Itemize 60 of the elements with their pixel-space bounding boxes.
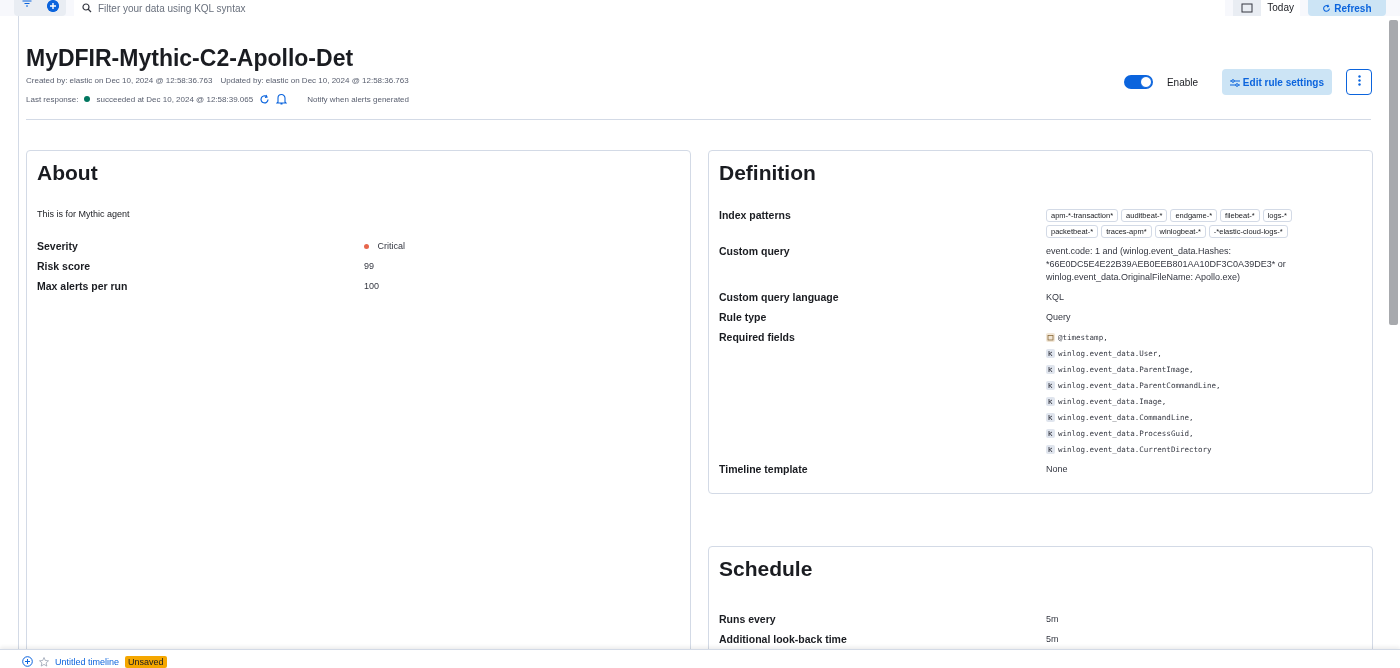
field-value: Query [1046, 311, 1072, 324]
panel-title: Definition [719, 160, 817, 186]
field-value: 5m [1046, 633, 1060, 646]
panel-title: Schedule [719, 556, 814, 582]
last-response-label: Last response: [26, 94, 79, 104]
add-icon[interactable] [22, 656, 33, 667]
keyword-type-icon [1046, 445, 1055, 454]
field-value: event.code: 1 and (winlog.event_data.Hashes: *66E0DC5E4E22B39AEB0EEB801AA10DF3C0A39DE3* or winlog.event_data.OriginalFileName: Apollo.exe) [1046, 245, 1287, 284]
edit-rule-settings-button[interactable]: Edit rule settings [1222, 69, 1332, 95]
search-field[interactable]: Filter your data using KQL syntax [98, 2, 1226, 14]
add-filter-icon[interactable] [47, 0, 59, 12]
keyword-type-icon [1046, 365, 1055, 374]
enable-label: Enable [1166, 76, 1199, 88]
updated-by-text: Updated by: elastic on Dec 10, 2024 @ 12:58:36.763 [220, 76, 409, 85]
rule-description: This is for Mythic agent [37, 209, 131, 219]
star-icon[interactable] [39, 657, 49, 667]
field-value: 99 [364, 261, 374, 271]
search-bar[interactable]: Filter your data using KQL syntax [74, 0, 1226, 16]
enable-switch[interactable] [1123, 75, 1153, 89]
notify-text: Notify when alerts generated [307, 94, 409, 104]
refresh-button[interactable]: Refresh [1308, 0, 1386, 16]
bell-icon[interactable] [276, 93, 288, 105]
calendar-icon[interactable] [1241, 3, 1254, 13]
field-value: KQL [1046, 291, 1065, 304]
calendar-icon [1046, 333, 1055, 342]
refresh-icon [1322, 4, 1332, 14]
scrollbar[interactable] [1389, 20, 1398, 325]
field-value: 5m [1046, 613, 1060, 626]
keyword-type-icon [1046, 381, 1055, 390]
keyword-type-icon [1046, 349, 1055, 358]
timeline-title[interactable]: Untitled timeline [55, 656, 120, 668]
field-label: Required fields [719, 331, 796, 343]
field-label: Index patterns [719, 209, 792, 221]
field-value: None [1046, 463, 1069, 476]
field-label: Runs every [719, 613, 777, 625]
search-icon [82, 3, 92, 13]
more-options-button[interactable] [1346, 69, 1372, 95]
field-label: Severity [37, 240, 79, 252]
field-label: Risk score [37, 260, 92, 272]
status-text: succeeded at Dec 10, 2024 @ 12:58:39.065 [96, 94, 254, 104]
status-dot [84, 96, 91, 102]
unsaved-badge: Unsaved [125, 656, 167, 668]
keyword-type-icon [1046, 413, 1055, 422]
field-label: Custom query language [719, 291, 840, 303]
field-label: Timeline template [719, 463, 809, 475]
field-value: Critical [377, 241, 406, 251]
keyword-type-icon [1046, 397, 1055, 406]
more-options-icon [1357, 75, 1361, 86]
refresh-icon[interactable] [259, 93, 271, 105]
field-label: Additional look-back time [719, 633, 848, 645]
date-picker[interactable]: Today [1261, 0, 1300, 16]
field-label: Rule type [719, 311, 768, 323]
created-by-text: Created by: elastic on Dec 10, 2024 @ 12:58:36.763 [26, 76, 213, 85]
keyword-type-icon [1046, 429, 1055, 438]
rule-title: MyDFIR-Mythic-C2-Apollo-Det [26, 44, 355, 72]
sliders-icon [1230, 78, 1241, 87]
field-label: Custom query [719, 245, 791, 257]
field-value: 100 [364, 281, 380, 291]
panel-title: About [37, 160, 99, 186]
field-label: Max alerts per run [37, 280, 129, 292]
